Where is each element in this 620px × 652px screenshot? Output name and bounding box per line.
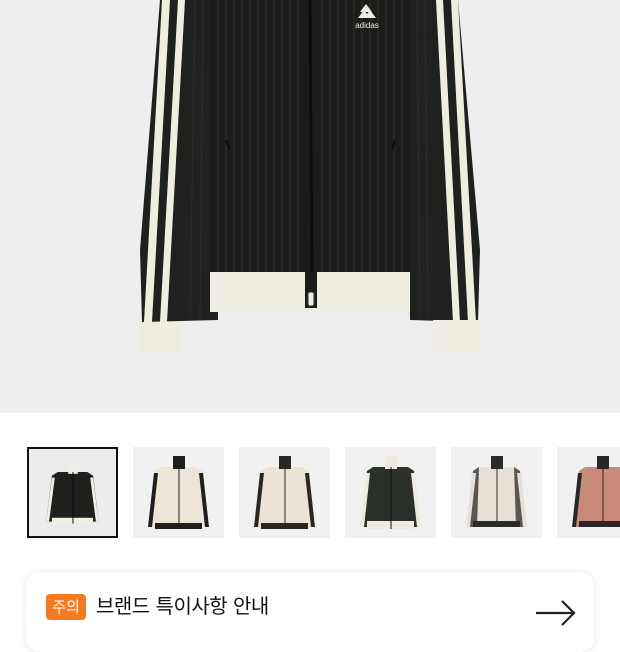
caution-badge: 주의 (46, 594, 86, 620)
thumbnail-black[interactable] (27, 447, 118, 538)
jacket-thumb-image (254, 456, 315, 529)
product-main-image[interactable]: adidas (0, 0, 620, 413)
jacket-thumb-image (572, 456, 620, 527)
jacket-thumb-image (360, 456, 421, 529)
brand-notice-card[interactable]: 주의 브랜드 특이사항 안내 (26, 572, 594, 652)
notice-title: 브랜드 특이사항 안내 (96, 594, 269, 618)
thumbnail-cream-black[interactable] (133, 447, 224, 538)
jacket-thumb-image (148, 456, 209, 529)
thumbnail-strip (0, 446, 620, 540)
jacket-thumb-image (46, 462, 99, 524)
jacket-thumb-image (466, 456, 527, 527)
thumbnail-dark-green[interactable] (345, 447, 436, 538)
thumbnail-cream-brown[interactable] (239, 447, 330, 538)
arrow-right-icon[interactable] (534, 598, 578, 628)
thumbnail-pink[interactable] (557, 447, 620, 538)
thumbnail-cream-grey[interactable] (451, 447, 542, 538)
logo-text: adidas (355, 21, 379, 30)
jacket-illustration: adidas (140, 0, 480, 354)
